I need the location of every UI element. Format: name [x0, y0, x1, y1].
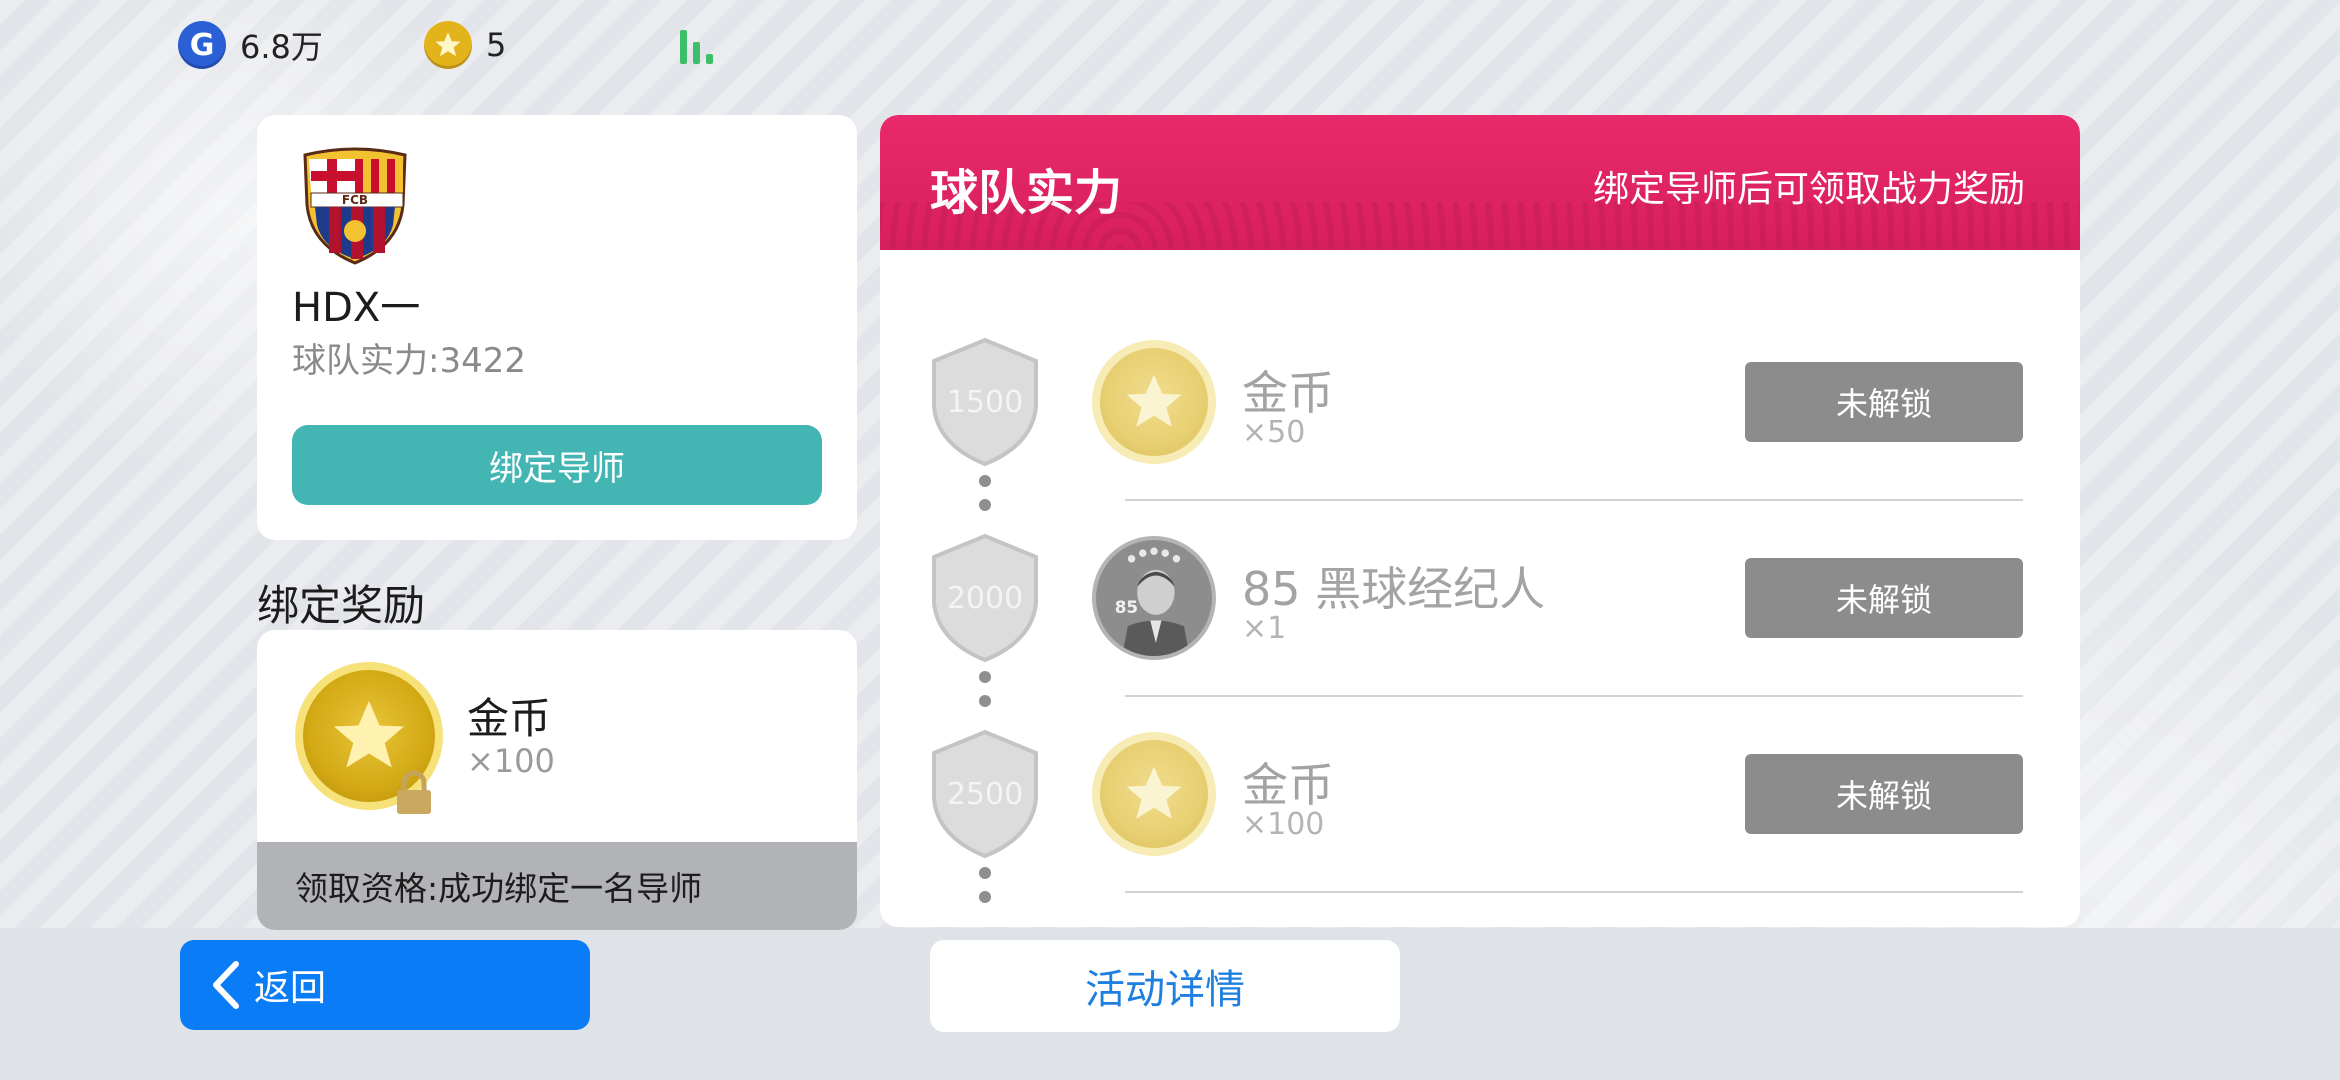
panel-subtitle: 绑定导师后可领取战力奖励 [1592, 169, 2025, 210]
locked-button[interactable]: 未解锁 [1745, 558, 2023, 638]
power-shield-icon: 1500 [932, 337, 1038, 467]
team-power: 球队实力:3422 [292, 341, 526, 381]
profile-card: FCB HDX一 球队实力:3422 绑定导师 [257, 115, 857, 540]
gold-coin-icon [1092, 340, 1216, 464]
bind-reward-card: 金币 ×100 领取资格:成功绑定一名导师 [257, 630, 857, 930]
tier-reward-qty: ×100 [1242, 807, 1325, 842]
panel-title: 球队实力 [930, 165, 1123, 221]
power-shield-icon: 2500 [932, 729, 1038, 859]
power-shield-icon: 2000 [932, 533, 1038, 663]
svg-text:1500: 1500 [947, 385, 1023, 420]
back-button[interactable]: 返回 [180, 940, 590, 1030]
tier-connector [977, 867, 993, 917]
tier-reward-name: 金币 [1242, 758, 1334, 812]
reward-tier: 2500 金币 ×100 未解锁 [880, 729, 2080, 925]
svg-text:2500: 2500 [947, 777, 1023, 812]
eligibility-text: 领取资格:成功绑定一名导师 [257, 842, 857, 930]
svg-text:2000: 2000 [947, 581, 1023, 616]
tier-reward-qty: ×1 [1242, 611, 1287, 646]
team-name: HDX一 [292, 285, 421, 331]
g-coin-icon: G [178, 21, 226, 69]
reward-tier: 2000 85 85 黑球经纪人 ×1 未解锁 [880, 533, 2080, 729]
reward-name: 金币 [467, 694, 552, 743]
bind-mentor-button[interactable]: 绑定导师 [292, 425, 822, 505]
chevron-left-icon [213, 961, 239, 1009]
tier-reward-name: 金币 [1242, 366, 1334, 420]
signal-bars-icon [680, 26, 720, 64]
activity-details-button[interactable]: 活动详情 [930, 940, 1400, 1032]
divider [1125, 499, 2023, 501]
g-coin-balance: G 6.8万 [178, 20, 323, 70]
locked-button[interactable]: 未解锁 [1745, 362, 2023, 442]
divider [1125, 695, 2023, 697]
g-coin-amount: 6.8万 [240, 28, 323, 66]
locked-button[interactable]: 未解锁 [1745, 754, 2023, 834]
divider [1125, 891, 2023, 893]
svg-text:85: 85 [1115, 597, 1138, 617]
player-agent-icon: 85 [1092, 536, 1216, 660]
gold-coin-amount: 5 [486, 26, 507, 64]
lock-icon [397, 770, 431, 814]
panel-header: 球队实力 绑定导师后可领取战力奖励 [880, 115, 2080, 250]
team-power-panel: 球队实力 绑定导师后可领取战力奖励 1500 金币 ×50 未解锁 2000 8… [880, 115, 2080, 927]
club-logo-icon: FCB [303, 147, 407, 265]
svg-text:FCB: FCB [342, 193, 368, 207]
reward-tier: 1500 金币 ×50 未解锁 [880, 337, 2080, 533]
back-label: 返回 [254, 968, 327, 1009]
tier-connector [977, 671, 993, 721]
tier-reward-name: 85 黑球经纪人 [1242, 562, 1546, 616]
reward-qty: ×100 [467, 742, 555, 780]
gold-coin-icon [424, 21, 472, 69]
tier-connector [977, 475, 993, 525]
bind-reward-title: 绑定奖励 [257, 581, 426, 630]
gold-coin-icon [1092, 732, 1216, 856]
gold-coin-balance: 5 [424, 20, 506, 70]
tier-reward-qty: ×50 [1242, 415, 1306, 450]
